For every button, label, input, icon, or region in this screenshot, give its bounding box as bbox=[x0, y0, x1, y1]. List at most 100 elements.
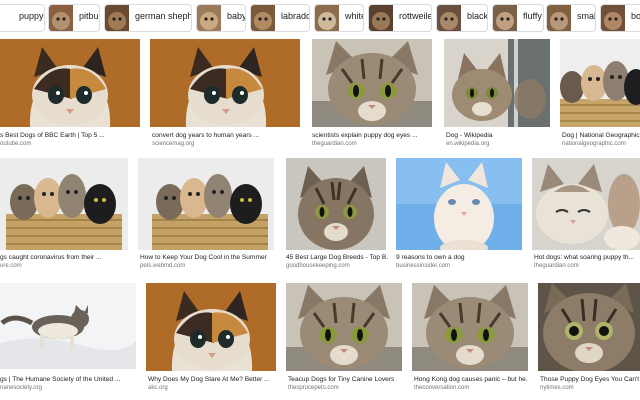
chip-thumbnail bbox=[105, 5, 129, 31]
chip-label: rottweiler bbox=[399, 11, 432, 21]
chip-thumbnail bbox=[369, 5, 393, 31]
result-source: theguardian.com bbox=[534, 263, 579, 269]
kitten-photo bbox=[538, 283, 640, 371]
chip-baby[interactable]: baby bbox=[196, 4, 246, 32]
result-caption[interactable]: Dog - Wikipedia en.wikipedia.org bbox=[446, 131, 550, 148]
kittens-in-basket-photo bbox=[560, 39, 640, 127]
result-caption[interactable]: Dog | National Geographic nationalgeogra… bbox=[562, 131, 640, 148]
result-caption[interactable]: gs caught coronavirus from their ... ure… bbox=[0, 253, 128, 270]
result-caption[interactable]: Hot dogs: what soaring puppy th... thegu… bbox=[534, 253, 640, 270]
chip-labrador[interactable]: labrador bbox=[250, 4, 310, 32]
chip-white[interactable]: white bbox=[314, 4, 364, 32]
result-title: Those Puppy Dog Eyes You Can't Re bbox=[540, 376, 640, 383]
result-caption[interactable]: Those Puppy Dog Eyes You Can't Re nytime… bbox=[540, 375, 640, 392]
kitten-photo bbox=[412, 283, 528, 371]
chip-label: black bbox=[467, 11, 488, 21]
result-image[interactable] bbox=[532, 158, 640, 250]
chip-rottweiler[interactable]: rottweiler bbox=[368, 4, 432, 32]
chip-label: pitbull bbox=[79, 11, 99, 21]
result-title: Teacup Dogs for Tiny Canine Lovers bbox=[288, 376, 395, 383]
chip-thumbnail bbox=[197, 5, 221, 31]
result-image[interactable] bbox=[0, 283, 136, 369]
chip-thumbnail bbox=[251, 5, 275, 31]
result-source: nytimes.com bbox=[540, 385, 574, 391]
kitten-photo bbox=[396, 158, 522, 250]
result-image[interactable] bbox=[138, 158, 274, 250]
chip-thumbnail bbox=[437, 5, 461, 31]
chip-thumbnail bbox=[493, 5, 517, 31]
chip-label: fluffy bbox=[523, 11, 542, 21]
result-image[interactable] bbox=[0, 158, 128, 250]
result-caption[interactable]: scientists explain puppy dog eyes ... th… bbox=[312, 131, 434, 148]
result-caption[interactable]: 45 Best Large Dog Breeds - Top B... good… bbox=[286, 253, 388, 270]
result-source: goodhousekeeping.com bbox=[286, 263, 350, 269]
result-source: en.wikipedia.org bbox=[446, 141, 490, 147]
result-image[interactable] bbox=[286, 283, 402, 371]
chip-label: small bbox=[577, 11, 596, 21]
result-image[interactable] bbox=[444, 39, 550, 127]
chip-pitbull[interactable]: pitbull bbox=[48, 4, 100, 32]
chip-label: bo bbox=[631, 11, 640, 21]
result-title: Hot dogs: what soaring puppy th... bbox=[534, 254, 635, 261]
result-image[interactable] bbox=[396, 158, 522, 250]
result-caption[interactable]: convert dog years to human years ... sci… bbox=[152, 131, 300, 148]
result-source: outube.com bbox=[0, 141, 32, 147]
result-title: How to Keep Your Dog Cool in the Summer bbox=[140, 254, 267, 261]
chip-puppy[interactable]: puppy bbox=[0, 4, 45, 32]
result-caption[interactable]: Teacup Dogs for Tiny Canine Lovers thesp… bbox=[288, 375, 404, 392]
result-source: thesprucepets.com bbox=[288, 385, 339, 391]
chip-thumbnail bbox=[547, 5, 571, 31]
result-title: 45 Best Large Dog Breeds - Top B... bbox=[286, 254, 388, 261]
kittens-in-basket-photo bbox=[138, 158, 274, 250]
result-source: sciencemag.org bbox=[152, 141, 195, 147]
kitten-photo bbox=[444, 39, 550, 127]
result-caption[interactable]: s Best Dogs of BBC Earth | Top 5 ... out… bbox=[0, 131, 140, 148]
result-title: gs caught coronavirus from their ... bbox=[0, 254, 102, 261]
result-caption[interactable]: Why Does My Dog Stare At Me? Better ... … bbox=[148, 375, 276, 392]
related-search-chip-bar: puppy pitbull german shepherd baby labra… bbox=[0, 0, 640, 36]
result-source: theguardian.com bbox=[312, 141, 357, 147]
result-source: akc.org bbox=[148, 385, 168, 391]
result-image[interactable] bbox=[286, 158, 386, 250]
chip-thumbnail bbox=[601, 5, 625, 31]
chip-fluffy[interactable]: fluffy bbox=[492, 4, 544, 32]
result-source: businessinsider.com bbox=[396, 263, 451, 269]
chip-label: german shepherd bbox=[135, 11, 191, 21]
result-title: Why Does My Dog Stare At Me? Better ... bbox=[148, 376, 270, 383]
result-image[interactable] bbox=[538, 283, 640, 371]
result-title: 9 reasons to own a dog bbox=[396, 254, 465, 261]
chip-small[interactable]: small bbox=[546, 4, 596, 32]
result-title: Dog - Wikipedia bbox=[446, 132, 493, 139]
result-source: theconversation.com bbox=[414, 385, 470, 391]
chip-thumbnail bbox=[49, 5, 73, 31]
kitten-photo bbox=[146, 283, 276, 371]
result-title: convert dog years to human years ... bbox=[152, 132, 260, 139]
result-image[interactable] bbox=[146, 283, 276, 371]
chip-german-shepherd[interactable]: german shepherd bbox=[104, 4, 192, 32]
kitten-in-snow-photo bbox=[0, 283, 136, 369]
kitten-photo bbox=[286, 158, 386, 250]
result-image[interactable] bbox=[412, 283, 528, 371]
result-source: nationalgeographic.com bbox=[562, 141, 626, 147]
result-image[interactable] bbox=[560, 39, 640, 127]
chip-label: baby bbox=[227, 11, 246, 21]
chip-label: puppy bbox=[19, 11, 44, 21]
kitten-photo bbox=[286, 283, 402, 371]
result-caption[interactable]: Hong Kong dog causes panic – but he... t… bbox=[414, 375, 528, 392]
result-title: s Best Dogs of BBC Earth | Top 5 ... bbox=[0, 132, 105, 139]
result-title: gs | The Humane Society of the United ..… bbox=[0, 376, 121, 383]
chip-bo[interactable]: bo bbox=[600, 4, 640, 32]
result-image[interactable] bbox=[0, 39, 140, 127]
result-title: Hong Kong dog causes panic – but he... bbox=[414, 376, 528, 383]
kitten-photo bbox=[0, 39, 140, 127]
result-source: ure.com bbox=[0, 263, 22, 269]
result-caption[interactable]: How to Keep Your Dog Cool in the Summer … bbox=[140, 253, 274, 270]
kitten-photo bbox=[312, 39, 432, 127]
result-title: Dog | National Geographic bbox=[562, 132, 640, 139]
result-caption[interactable]: gs | The Humane Society of the United ..… bbox=[0, 375, 138, 392]
result-image[interactable] bbox=[312, 39, 432, 127]
chip-black[interactable]: black bbox=[436, 4, 488, 32]
result-image[interactable] bbox=[150, 39, 300, 127]
chip-label: white bbox=[345, 11, 364, 21]
result-caption[interactable]: 9 reasons to own a dog businessinsider.c… bbox=[396, 253, 522, 270]
